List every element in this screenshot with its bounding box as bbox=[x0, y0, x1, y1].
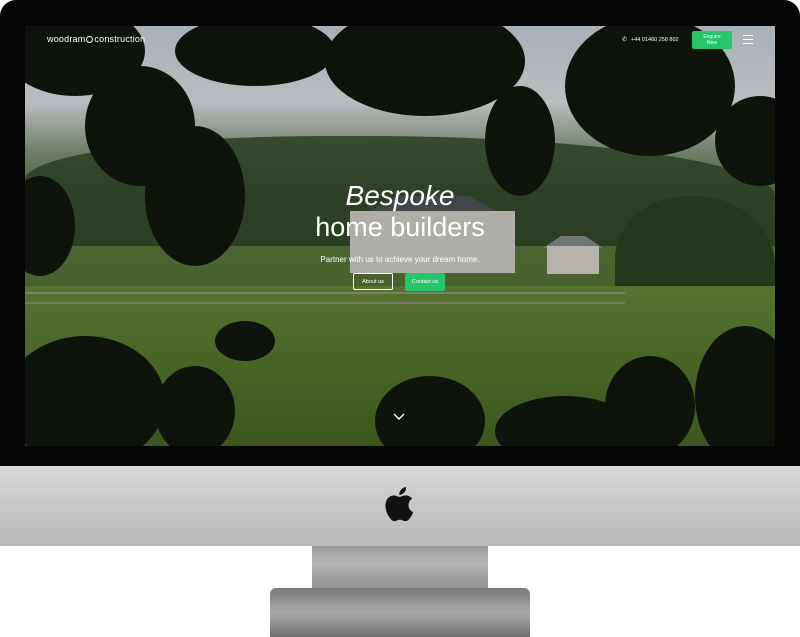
phone-number: +44 01460 258 802 bbox=[631, 36, 679, 43]
hero-title-line1: Bespoke bbox=[345, 180, 455, 211]
monitor-stand-neck bbox=[312, 546, 488, 590]
logo-prefix: woodram bbox=[47, 34, 86, 44]
chevron-down-icon[interactable] bbox=[393, 412, 405, 422]
logo-ring-icon bbox=[86, 36, 94, 44]
hero-subtitle: Partner with us to achieve your dream ho… bbox=[320, 255, 480, 264]
phone-icon: ✆ bbox=[622, 37, 628, 43]
menu-bar bbox=[743, 38, 753, 41]
contact-us-button[interactable]: Contact us bbox=[405, 273, 445, 291]
website-screen: woodram construction ✆ +44 01460 258 802 … bbox=[25, 26, 775, 446]
hero-title-line2: home builders bbox=[315, 212, 485, 242]
enquire-now-button[interactable]: Enquire Now bbox=[692, 31, 732, 49]
apple-logo-icon bbox=[385, 487, 414, 522]
site-logo[interactable]: woodram construction bbox=[47, 34, 145, 44]
menu-bar bbox=[743, 35, 753, 37]
foreground-leaf bbox=[605, 356, 695, 446]
logo-suffix: construction bbox=[94, 34, 146, 44]
phone-link[interactable]: ✆ +44 01460 258 802 bbox=[622, 36, 679, 44]
hamburger-menu-icon[interactable] bbox=[743, 35, 753, 44]
foreground-leaf bbox=[155, 366, 235, 446]
monitor-stand-foot bbox=[270, 588, 530, 637]
menu-bar bbox=[743, 42, 753, 44]
about-us-button[interactable]: About us bbox=[353, 273, 393, 290]
hero-buttons: About us Contact us bbox=[353, 273, 445, 291]
foreground-leaf bbox=[215, 321, 275, 361]
